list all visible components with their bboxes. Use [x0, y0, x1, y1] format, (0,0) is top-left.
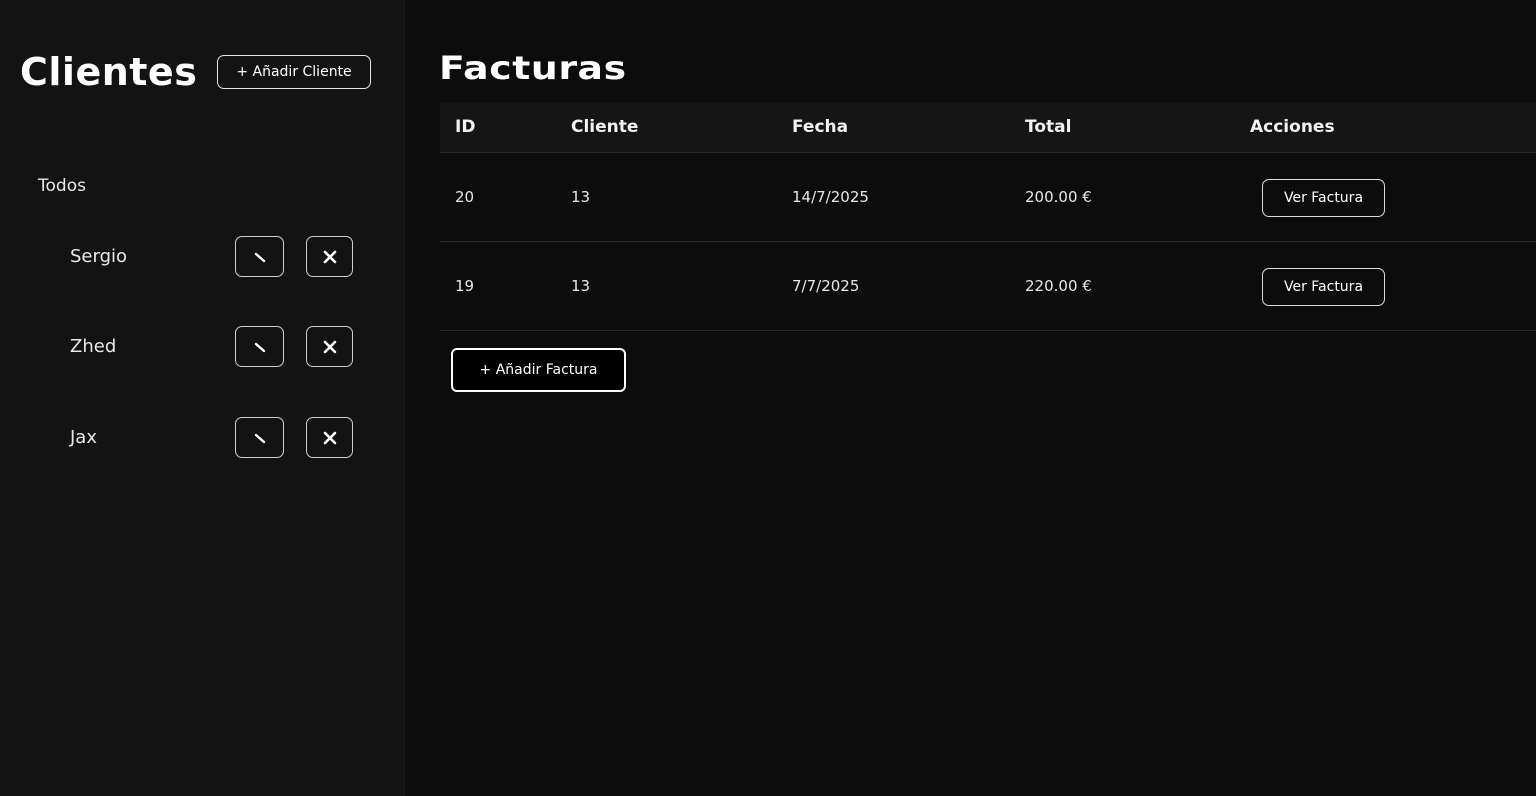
- table-row: 20 13 14/7/2025 200.00 € Ver Factura: [440, 153, 1536, 242]
- cell-total: 200.00 €: [1025, 188, 1092, 206]
- invoices-title: Facturas: [439, 49, 627, 87]
- view-invoice-button[interactable]: Ver Factura: [1262, 268, 1385, 306]
- header-id: ID: [455, 117, 476, 137]
- filter-all[interactable]: Todos: [38, 174, 86, 198]
- delete-client-button[interactable]: [306, 326, 353, 367]
- cell-total: 220.00 €: [1025, 277, 1092, 295]
- header-total: Total: [1025, 117, 1072, 137]
- cell-id: 19: [455, 277, 475, 295]
- pencil-icon: [254, 252, 265, 262]
- invoices-table: ID Cliente Fecha Total Acciones 20 13 14…: [440, 102, 1536, 331]
- table-row: 19 13 7/7/2025 220.00 € Ver Factura: [440, 242, 1536, 331]
- client-name[interactable]: Jax: [70, 425, 97, 451]
- cell-client: 13: [571, 277, 591, 295]
- close-icon: [323, 431, 336, 444]
- client-item: Sergio: [0, 236, 405, 278]
- delete-client-button[interactable]: [306, 417, 353, 458]
- header-actions: Acciones: [1250, 117, 1335, 137]
- pencil-icon: [254, 433, 265, 443]
- edit-client-button[interactable]: [235, 417, 284, 458]
- view-invoice-button[interactable]: Ver Factura: [1262, 179, 1385, 217]
- add-invoice-button[interactable]: + Añadir Factura: [451, 348, 626, 392]
- pencil-icon: [254, 342, 265, 352]
- table-header: ID Cliente Fecha Total Acciones: [440, 102, 1536, 153]
- close-icon: [323, 340, 336, 353]
- invoices-panel: Facturas ID Cliente Fecha Total Acciones…: [405, 0, 1536, 796]
- client-item: Zhed: [0, 326, 405, 368]
- clients-sidebar: Clientes + Añadir Cliente Todos Sergio Z…: [0, 0, 405, 796]
- cell-id: 20: [455, 188, 475, 206]
- close-icon: [323, 250, 336, 263]
- cell-date: 14/7/2025: [792, 188, 869, 206]
- header-client: Cliente: [571, 117, 639, 137]
- client-name[interactable]: Zhed: [70, 334, 116, 360]
- edit-client-button[interactable]: [235, 326, 284, 367]
- cell-client: 13: [571, 188, 591, 206]
- cell-date: 7/7/2025: [792, 277, 860, 295]
- client-name[interactable]: Sergio: [70, 244, 127, 270]
- add-client-button[interactable]: + Añadir Cliente: [217, 55, 371, 89]
- header-date: Fecha: [792, 117, 849, 137]
- clients-title: Clientes: [20, 50, 198, 94]
- client-item: Jax: [0, 417, 405, 459]
- edit-client-button[interactable]: [235, 236, 284, 277]
- delete-client-button[interactable]: [306, 236, 353, 277]
